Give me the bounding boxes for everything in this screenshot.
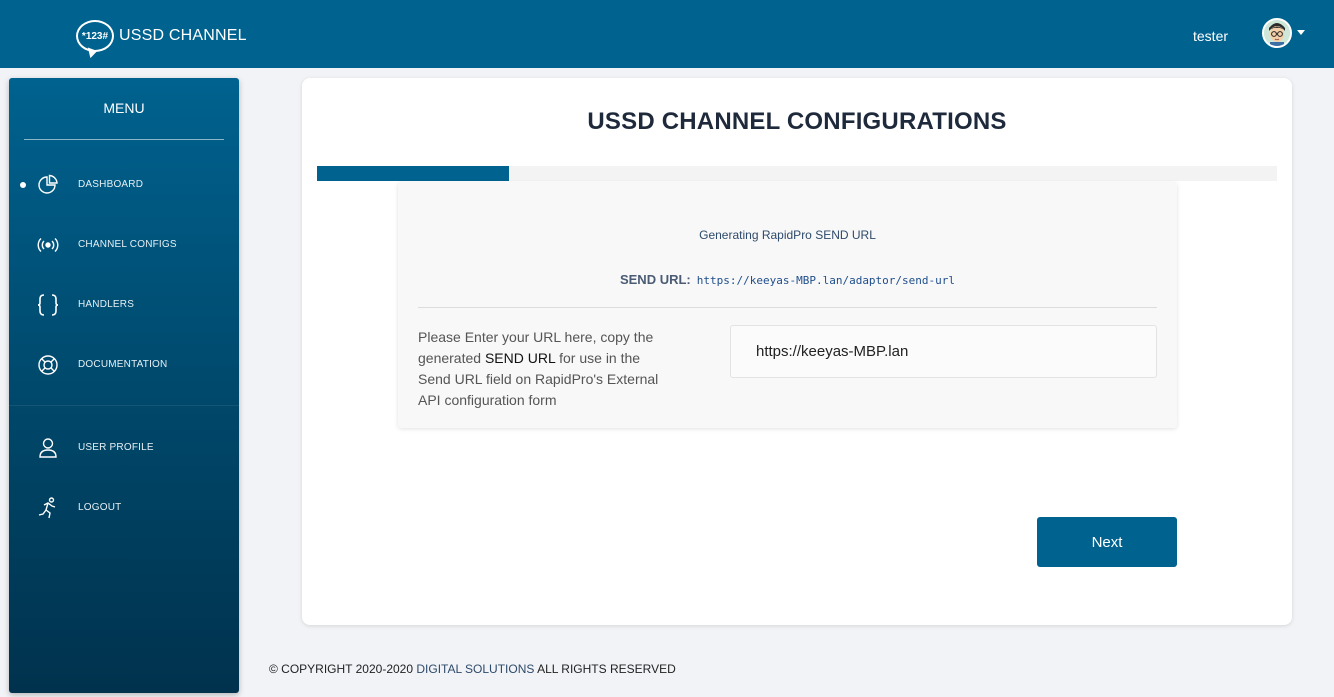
sidebar-item-logout[interactable]: LOGOUT xyxy=(9,488,239,528)
sidebar-item-label: DASHBOARD xyxy=(78,179,144,190)
copyright-suffix: ALL RIGHTS RESERVED xyxy=(534,662,676,676)
curly-braces-icon xyxy=(36,293,60,317)
sidebar-item-documentation[interactable]: DOCUMENTATION xyxy=(9,345,239,385)
send-url-panel: Generating RapidPro SEND URL SEND URL: ht… xyxy=(398,182,1177,428)
menu-title: MENU xyxy=(103,100,145,116)
send-url-row: SEND URL: https://keeyas-MBP.lan/adaptor/… xyxy=(398,272,1177,287)
menu-divider xyxy=(24,139,224,140)
pie-chart-icon xyxy=(36,173,60,197)
sidebar-section-divider xyxy=(9,405,239,406)
app-logo[interactable]: *123# USSD CHANNEL xyxy=(76,20,247,52)
progress-bar xyxy=(317,166,1277,181)
help-text-emphasis: SEND URL xyxy=(484,350,556,366)
lifebuoy-icon xyxy=(36,353,60,377)
active-indicator-dot xyxy=(20,182,26,188)
sidebar-item-label: CHANNEL CONFIGS xyxy=(78,239,177,250)
sidebar-item-dashboard[interactable]: DASHBOARD xyxy=(9,165,239,205)
copyright-text: © COPYRIGHT 2020-2020 xyxy=(269,662,417,676)
next-button[interactable]: Next xyxy=(1037,517,1177,567)
sidebar-item-label: LOGOUT xyxy=(78,502,122,513)
top-navbar: *123# USSD CHANNEL tester xyxy=(0,0,1334,68)
logo-badge-text: *123# xyxy=(81,30,109,42)
user-icon xyxy=(36,436,60,460)
sidebar: MENU DASHBOARD CHANNEL CONFIGS HANDLERS … xyxy=(9,78,239,693)
url-input[interactable] xyxy=(730,325,1157,378)
username-label[interactable]: tester xyxy=(1193,28,1228,44)
chevron-down-icon[interactable] xyxy=(1297,30,1305,35)
sidebar-item-label: HANDLERS xyxy=(78,299,135,310)
panel-divider xyxy=(418,307,1157,308)
app-title: USSD CHANNEL xyxy=(119,27,247,44)
sidebar-item-label: DOCUMENTATION xyxy=(78,359,168,370)
help-text: Please Enter your URL here, copy the gen… xyxy=(418,327,668,411)
speech-bubble-logo-icon: *123# xyxy=(76,20,114,52)
footer: © COPYRIGHT 2020-2020 DIGITAL SOLUTIONS … xyxy=(269,662,676,676)
sidebar-item-label: USER PROFILE xyxy=(78,442,154,453)
status-text: Generating RapidPro SEND URL xyxy=(699,228,876,242)
config-card: USSD CHANNEL CONFIGURATIONS Generating R… xyxy=(302,78,1292,625)
avatar-face-icon xyxy=(1264,20,1290,46)
sidebar-item-handlers[interactable]: HANDLERS xyxy=(9,285,239,325)
progress-bar-fill xyxy=(317,166,509,181)
broadcast-icon xyxy=(36,233,60,257)
send-url-label: SEND URL: xyxy=(619,272,691,287)
page-title: USSD CHANNEL CONFIGURATIONS xyxy=(587,108,1007,135)
avatar[interactable] xyxy=(1262,18,1292,48)
sidebar-item-user-profile[interactable]: USER PROFILE xyxy=(9,428,239,468)
sidebar-item-channel-configs[interactable]: CHANNEL CONFIGS xyxy=(9,225,239,265)
organization-link[interactable]: DIGITAL SOLUTIONS xyxy=(416,662,534,676)
send-url-value[interactable]: https://keeyas-MBP.lan/adaptor/send-url xyxy=(697,274,955,287)
running-person-icon xyxy=(36,496,60,520)
